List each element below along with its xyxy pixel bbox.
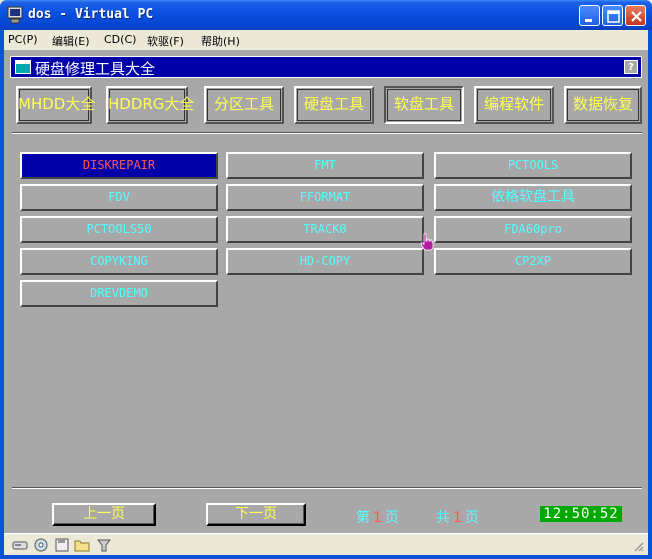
- category-hddrg[interactable]: HDDRG大全: [106, 86, 194, 124]
- tool-pctools[interactable]: PCTOOLS: [434, 152, 632, 179]
- category-hard-disk-tools[interactable]: 硬盘工具: [294, 86, 374, 124]
- tool-fdv[interactable]: FDV: [20, 184, 218, 211]
- total-pages-indicator: 共1页: [436, 507, 479, 527]
- shared-folder-icon[interactable]: [74, 537, 90, 553]
- hard-disk-icon[interactable]: [12, 537, 28, 553]
- maximize-button[interactable]: [602, 5, 623, 26]
- program-title: 硬盘修理工具大全: [35, 60, 156, 78]
- menu-edit[interactable]: 编辑(E): [52, 33, 90, 49]
- tool-pctools50[interactable]: PCTOOLS50: [20, 216, 218, 243]
- divider: [12, 487, 642, 489]
- category-data-recovery[interactable]: 数据恢复: [564, 86, 642, 124]
- category-partition-tools[interactable]: 分区工具: [204, 86, 284, 124]
- cd-icon[interactable]: [33, 537, 49, 553]
- menu-floppy[interactable]: 软驱(F): [147, 33, 184, 49]
- program-header: 硬盘修理工具大全 ?: [10, 56, 642, 78]
- category-floppy-tools[interactable]: 软盘工具: [384, 86, 464, 124]
- page-prefix: 第: [356, 510, 370, 526]
- total-suffix: 页: [464, 510, 479, 526]
- tool-fmt[interactable]: FMT: [226, 152, 424, 179]
- close-button[interactable]: [625, 5, 646, 26]
- maximize-icon: [607, 10, 620, 23]
- network-icon[interactable]: [96, 537, 112, 553]
- floppy-icon[interactable]: [54, 537, 70, 553]
- tool-copyking[interactable]: COPYKING: [20, 248, 218, 275]
- tool-diskrepair[interactable]: DISKREPAIR: [20, 152, 218, 179]
- next-page-button[interactable]: 下一页: [206, 503, 306, 526]
- category-programming-software[interactable]: 编程软件: [474, 86, 554, 124]
- current-page-number: 1: [373, 510, 382, 526]
- menu-bar: PC(P) 编辑(E) CD(C) 软驱(F) 帮助(H): [4, 30, 648, 50]
- prev-page-button[interactable]: 上一页: [52, 503, 156, 526]
- tool-cp2xp[interactable]: CP2XP: [434, 248, 632, 275]
- tool-fda60pro[interactable]: FDA60pro: [434, 216, 632, 243]
- category-mhdd[interactable]: MHDD大全: [16, 86, 95, 124]
- window-icon: [15, 60, 31, 74]
- minimize-button[interactable]: [579, 5, 600, 26]
- title-bar[interactable]: dos - Virtual PC: [0, 0, 652, 30]
- virtual-pc-window: dos - Virtual PC PC(P) 编辑(E) CD(C) 软驱(F)…: [0, 0, 652, 559]
- menu-pc[interactable]: PC(P): [8, 33, 38, 46]
- status-bar: [4, 533, 648, 555]
- resize-grip-icon[interactable]: [632, 540, 644, 552]
- total-page-number: 1: [453, 510, 462, 526]
- total-prefix: 共: [436, 510, 450, 526]
- help-button[interactable]: ?: [624, 60, 638, 74]
- clock: 12:50:52: [540, 506, 622, 522]
- tool-yige-floppy-tool[interactable]: 依格软盘工具: [434, 184, 632, 211]
- close-icon: [631, 11, 642, 22]
- divider: [12, 132, 642, 134]
- tool-track0[interactable]: TRACK0: [226, 216, 424, 243]
- hand-cursor-icon: [420, 233, 434, 251]
- window-title: dos - Virtual PC: [28, 7, 154, 22]
- dos-screen[interactable]: 硬盘修理工具大全 ? MHDD大全 HDDRG大全 分区工具 硬盘工具 软盘工具…: [4, 50, 648, 533]
- menu-help[interactable]: 帮助(H): [201, 33, 240, 49]
- virtual-pc-app-icon: [7, 6, 23, 24]
- current-page-indicator: 第1页: [356, 507, 399, 527]
- tool-drevdemo[interactable]: DREVDEMO: [20, 280, 218, 307]
- tool-fformat[interactable]: FFORMAT: [226, 184, 424, 211]
- minimize-icon: [585, 19, 592, 22]
- page-suffix: 页: [384, 510, 399, 526]
- menu-cd[interactable]: CD(C): [104, 33, 136, 46]
- tool-hd-copy[interactable]: HD-COPY: [226, 248, 424, 275]
